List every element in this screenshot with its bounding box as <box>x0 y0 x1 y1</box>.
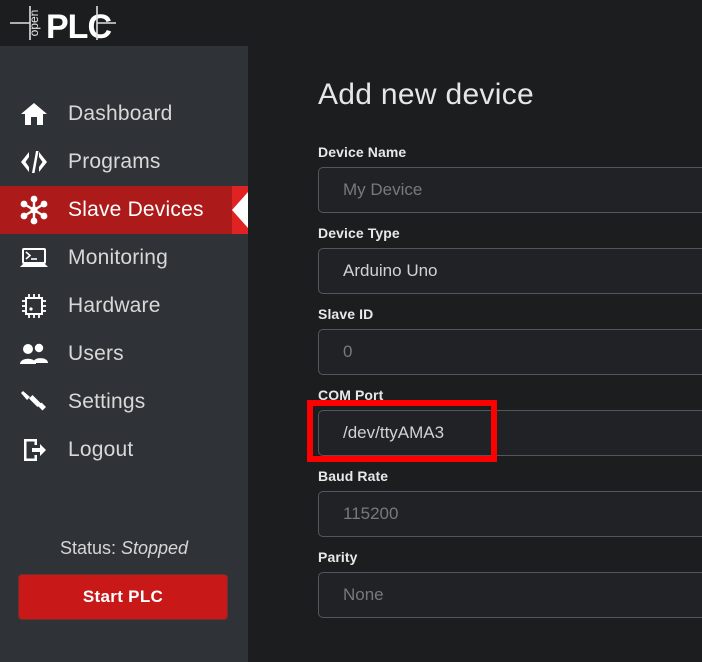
field-label: Parity <box>318 549 358 565</box>
field-label: Baud Rate <box>318 468 389 484</box>
chip-icon <box>14 290 54 322</box>
field-baud-rate: Baud Rate 115200 <box>318 468 702 537</box>
sidebar-item-label: Dashboard <box>68 102 173 125</box>
highlight-rectangle <box>307 400 497 462</box>
svg-text:PLC: PLC <box>46 8 111 44</box>
top-logo-bar: open PLC <box>0 0 702 46</box>
field-device-type: Device Type Arduino Uno <box>318 225 702 294</box>
sidebar-item-programs[interactable]: Programs <box>0 138 248 186</box>
field-parity: Parity None <box>318 549 702 618</box>
field-label: Device Name <box>318 144 407 160</box>
device-type-select[interactable]: Arduino Uno <box>318 248 702 294</box>
sidebar-item-settings[interactable]: Settings <box>0 378 248 426</box>
plc-status: Status: Stopped <box>0 538 248 559</box>
network-icon <box>14 194 54 226</box>
home-icon <box>14 98 54 130</box>
sidebar-item-logout[interactable]: Logout <box>0 426 248 474</box>
screwdriver-icon <box>14 386 54 418</box>
sidebar-item-slave-devices[interactable]: Slave Devices <box>0 186 248 234</box>
sidebar: Dashboard Programs Slave Devices Monitor… <box>0 46 248 662</box>
main-content: Add new device Device Name My Device Dev… <box>248 46 702 662</box>
com-port-input[interactable]: /dev/ttyAMA3 <box>307 400 702 462</box>
sidebar-item-label: Monitoring <box>68 246 169 269</box>
sidebar-item-hardware[interactable]: Hardware <box>0 282 248 330</box>
device-name-input[interactable]: My Device <box>318 167 702 213</box>
sidebar-item-label: Logout <box>68 438 134 461</box>
sidebar-item-users[interactable]: Users <box>0 330 248 378</box>
openplc-logo: open PLC <box>10 6 116 44</box>
svg-text:open: open <box>27 10 41 37</box>
users-icon <box>14 338 54 370</box>
slave-id-input[interactable]: 0 <box>318 329 702 375</box>
sidebar-item-label: Hardware <box>68 294 161 317</box>
field-slave-id: Slave ID 0 <box>318 306 702 375</box>
logout-icon <box>14 434 54 466</box>
sidebar-item-monitoring[interactable]: Monitoring <box>0 234 248 282</box>
sidebar-item-label: Settings <box>68 390 146 413</box>
baud-rate-input[interactable]: 115200 <box>318 491 702 537</box>
active-indicator-arrow <box>232 186 248 234</box>
laptop-icon <box>14 242 54 274</box>
code-icon <box>14 146 54 178</box>
sidebar-item-label: Programs <box>68 150 161 173</box>
status-prefix: Status: <box>59 538 116 558</box>
field-label: Slave ID <box>318 306 374 322</box>
field-label: Device Type <box>318 225 400 241</box>
sidebar-item-label: Users <box>68 342 124 365</box>
sidebar-item-label: Slave Devices <box>68 198 204 221</box>
status-value: Stopped <box>120 538 189 558</box>
sidebar-item-dashboard[interactable]: Dashboard <box>0 90 248 138</box>
field-device-name: Device Name My Device <box>318 144 702 213</box>
parity-select[interactable]: None <box>318 572 702 618</box>
app-root: open PLC Dashboard Programs Slave Device… <box>0 0 702 662</box>
field-label: COM Port <box>318 387 384 403</box>
start-plc-button[interactable]: Start PLC <box>18 574 228 620</box>
sidebar-nav: Dashboard Programs Slave Devices Monitor… <box>0 90 248 474</box>
page-title: Add new device <box>318 78 535 111</box>
field-com-port: COM Port /dev/ttyAMA3 <box>307 387 702 462</box>
